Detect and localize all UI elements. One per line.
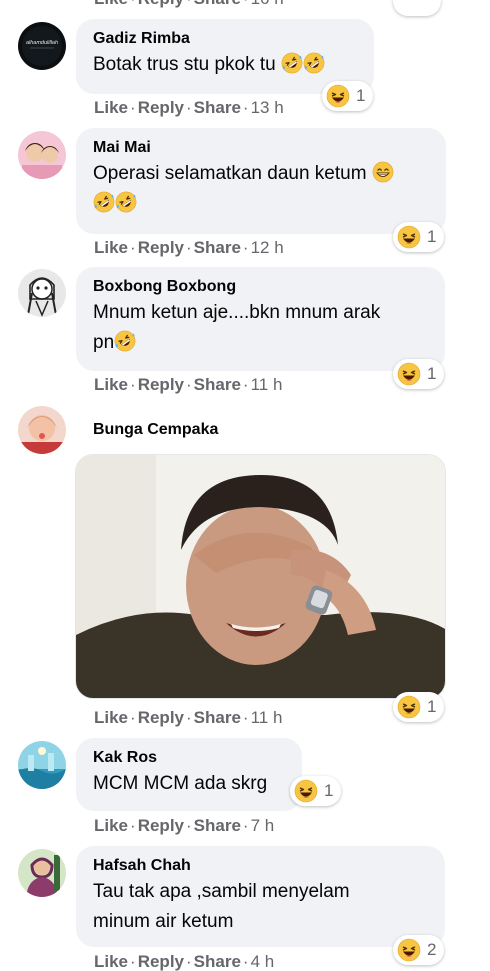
avatar[interactable] [18,131,66,179]
comment-text: Botak trus stu pkok tu [93,50,357,80]
comment-timestamp[interactable]: 11 h [251,708,283,727]
comment-actions: Like · Reply · Share · 12 h [94,238,284,257]
laughing-reaction-icon [294,779,318,803]
reaction-count: 1 [427,364,437,383]
avatar-caption: alhamdulillah [26,40,58,46]
rolling-laughing-emoji-icon [281,52,303,74]
laughing-reaction-icon [397,695,421,719]
rolling-laughing-emoji-icon [114,330,136,352]
share-button[interactable]: Share [194,0,241,8]
comment-timestamp[interactable]: 16 h [251,0,284,8]
comment-actions: Like · Reply · Share · 7 h [94,816,275,835]
like-button[interactable]: Like [94,816,128,835]
comment-timestamp[interactable]: 4 h [251,952,275,971]
comment-actions: Like · Reply · Share · 13 h [94,98,284,117]
rolling-laughing-emoji-icon [303,52,325,74]
avatar[interactable]: alhamdulillah [18,22,66,70]
reaction-count: 2 [427,940,437,959]
share-button[interactable]: Share [194,952,241,971]
reaction-count: 1 [427,227,437,246]
avatar[interactable] [18,741,66,789]
laughing-reaction-icon [397,225,421,249]
gif-attachment[interactable] [75,454,446,699]
like-button[interactable]: Like [94,952,128,971]
comment-text: MCM MCM ada skrg [93,773,268,794]
laughing-reaction-icon [397,938,421,962]
reaction-summary[interactable]: 1 [290,776,342,806]
rolling-laughing-emoji-icon [93,191,115,213]
reaction-summary[interactable]: 1 [322,81,374,111]
reaction-summary[interactable]: 1 [393,692,445,722]
like-button[interactable]: Like [94,708,128,727]
comment-bubble: Hafsah Chah Tau tak apa ,sambil menyelam… [76,846,445,947]
share-button[interactable]: Share [194,816,241,835]
rolling-laughing-emoji-icon [115,191,137,213]
reply-button[interactable]: Reply [138,708,184,727]
reply-button[interactable]: Reply [138,0,184,8]
reaction-count: 1 [324,781,334,800]
comment-text: Tau tak apa ,sambil menyelam minum air ke… [93,881,350,932]
comment-author[interactable]: Hafsah Chah [93,855,428,877]
reaction-count: 1 [427,697,437,716]
reaction-summary[interactable]: 1 [393,359,445,389]
comment-text: Mnum ketun aje....bkn mnum arak pn [93,298,428,358]
like-button[interactable]: Like [94,238,128,257]
like-button[interactable]: Like [94,375,128,394]
reaction-summary[interactable]: 2 [393,935,445,965]
comment-timestamp[interactable]: 11 h [251,375,283,394]
avatar[interactable] [18,269,66,317]
reply-button[interactable]: Reply [138,816,184,835]
comment-text: Operasi selamatkan daun ketum [93,159,429,219]
share-button[interactable]: Share [194,238,241,257]
share-button[interactable]: Share [194,708,241,727]
reply-button[interactable]: Reply [138,952,184,971]
grinning-emoji-icon [372,161,394,183]
reply-button[interactable]: Reply [138,375,184,394]
avatar[interactable] [18,849,66,897]
avatar[interactable] [18,406,66,454]
laughing-reaction-icon [397,362,421,386]
comment-timestamp[interactable]: 7 h [251,816,275,835]
reaction-count: 1 [356,86,366,105]
laughing-reaction-icon [326,84,350,108]
comment-author[interactable]: Gadiz Rimba [93,28,357,50]
comment-timestamp[interactable]: 13 h [251,98,284,117]
like-button[interactable]: Like [94,0,128,8]
comment-author[interactable]: Boxbong Boxbong [93,276,428,298]
comment-actions: Like · Reply · Share · 4 h [94,952,275,971]
comment-actions: Like · Reply · Share · 11 h [94,375,283,394]
comment-bubble: Boxbong Boxbong Mnum ketun aje....bkn mn… [76,267,445,371]
reaction-summary[interactable] [393,0,441,16]
comment-bubble: Mai Mai Operasi selamatkan daun ketum [76,128,446,234]
share-button[interactable]: Share [194,98,241,117]
reply-button[interactable]: Reply [138,238,184,257]
comment-timestamp[interactable]: 12 h [251,238,284,257]
comment-bubble: Kak Ros MCM MCM ada skrg [76,738,302,811]
share-button[interactable]: Share [194,375,241,394]
comment-author[interactable]: Bunga Cempaka [93,419,218,441]
comment-author[interactable]: Kak Ros [93,747,285,769]
comment-actions: Like · Reply · Share · 11 h [94,708,283,727]
like-button[interactable]: Like [94,98,128,117]
comment-author[interactable]: Mai Mai [93,137,429,159]
comment-actions: Like·Reply·Share·16 h [94,0,284,10]
reaction-summary[interactable]: 1 [393,222,445,252]
reply-button[interactable]: Reply [138,98,184,117]
